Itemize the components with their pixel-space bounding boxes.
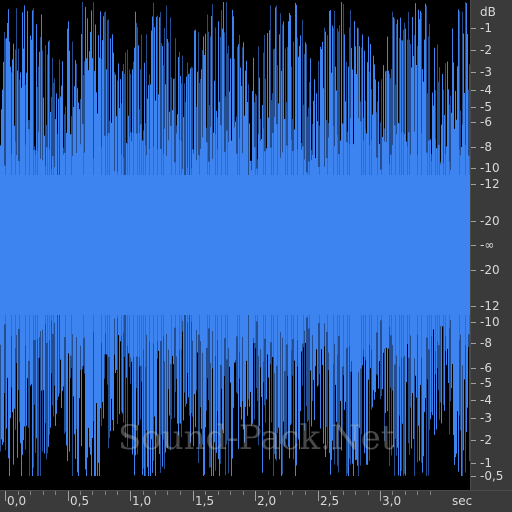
- db-tick: [471, 367, 476, 369]
- time-minor-tick: [343, 491, 344, 495]
- time-minor-tick: [292, 491, 293, 495]
- time-tick-label: 2,5: [320, 494, 340, 508]
- amplitude-ruler: dB -1 -2 -3 -4 -5 -6 -8 -10 -12 -20 -∞ -20 -12 -10 -8 -6…: [470, 0, 512, 490]
- db-tick: [471, 220, 476, 222]
- time-minor-tick: [43, 491, 44, 495]
- time-minor-tick: [167, 491, 168, 495]
- time-minor-tick: [105, 491, 106, 495]
- time-minor-tick: [205, 491, 206, 495]
- db-tick: [471, 245, 476, 246]
- db-tick-label: -20: [480, 213, 500, 228]
- time-tick-label: 3,0: [382, 494, 402, 508]
- db-tick: [471, 71, 476, 73]
- db-tick-label: -8: [480, 335, 492, 350]
- time-tick: [380, 491, 381, 501]
- time-tick: [130, 491, 131, 501]
- db-tick-label: -10: [480, 315, 500, 330]
- time-tick-label: 0,5: [70, 494, 90, 508]
- db-tick: [471, 107, 476, 109]
- db-tick-label: -10: [480, 160, 500, 175]
- time-tick-label: 1,5: [195, 494, 215, 508]
- waveform-display[interactable]: [0, 0, 470, 490]
- db-tick: [471, 269, 476, 271]
- db-tick-label: -6: [480, 360, 492, 375]
- time-tick: [193, 491, 194, 501]
- time-minor-tick: [430, 491, 431, 495]
- db-tick: [471, 183, 476, 185]
- time-minor-tick: [117, 491, 118, 495]
- db-tick: [471, 463, 476, 465]
- db-tick-label: -3: [480, 64, 492, 79]
- time-tick: [318, 491, 319, 501]
- time-minor-tick: [55, 491, 56, 495]
- time-unit-label: sec: [452, 494, 473, 508]
- db-tick: [471, 399, 476, 401]
- db-tick-label: -12: [480, 176, 500, 191]
- time-tick: [68, 491, 69, 501]
- time-minor-tick: [392, 491, 393, 495]
- db-tick: [471, 342, 476, 344]
- waveform-body: [0, 116, 470, 374]
- waveform-editor: dB -1 -2 -3 -4 -5 -6 -8 -10 -12 -20 -∞ -20 -12 -10 -8 -6…: [0, 0, 512, 512]
- time-minor-tick: [330, 491, 331, 495]
- db-tick-label: -2: [480, 432, 492, 447]
- time-tick-label: 0,0: [7, 494, 27, 508]
- time-minor-tick: [155, 491, 156, 495]
- db-tick-label: -4: [480, 392, 492, 407]
- time-minor-tick: [18, 491, 19, 495]
- db-tick-label: -6: [480, 115, 492, 130]
- time-minor-tick: [218, 491, 219, 495]
- time-minor-tick: [355, 491, 356, 495]
- db-tick-label: -0,5: [480, 469, 504, 484]
- db-tick-label: -5: [480, 100, 492, 115]
- time-tick: [5, 491, 6, 501]
- db-tick-label: -2: [480, 43, 492, 58]
- db-tick-label: -3: [480, 411, 492, 426]
- db-tick-label: -1: [480, 21, 492, 35]
- db-tick: [471, 167, 476, 169]
- time-tick: [255, 491, 256, 501]
- db-tick-label: -20: [480, 262, 500, 277]
- db-tick: [471, 476, 476, 478]
- time-minor-tick: [243, 491, 244, 495]
- db-tick-label: -8: [480, 140, 492, 155]
- time-minor-tick: [143, 491, 144, 495]
- db-tick-label: -∞: [480, 238, 495, 252]
- time-minor-tick: [280, 491, 281, 495]
- db-tick-label: -12: [480, 299, 500, 314]
- db-tick: [471, 418, 476, 420]
- time-minor-tick: [305, 491, 306, 495]
- db-tick: [471, 50, 476, 52]
- db-unit-label: dB: [480, 5, 496, 19]
- db-tick-label: -5: [480, 375, 492, 390]
- time-minor-tick: [30, 491, 31, 495]
- db-tick-label: -1: [480, 456, 492, 471]
- time-tick-label: 1,0: [132, 494, 152, 508]
- db-tick: [471, 382, 476, 384]
- time-minor-tick: [268, 491, 269, 495]
- waveform-graph: [0, 2, 470, 476]
- time-minor-tick: [230, 491, 231, 495]
- db-tick: [471, 122, 476, 124]
- db-tick: [471, 90, 476, 92]
- time-minor-tick: [180, 491, 181, 495]
- time-ruler[interactable]: 0,0 0,5 1,0 1,5 2,0 2,5 3,0 sec: [0, 490, 512, 512]
- time-minor-tick: [80, 491, 81, 495]
- db-tick-label: -4: [480, 83, 492, 98]
- time-tick-label: 2,0: [257, 494, 277, 508]
- time-minor-tick: [92, 491, 93, 495]
- watermark: Sound-Pack.Net: [118, 418, 395, 458]
- time-minor-tick: [417, 491, 418, 495]
- db-tick: [471, 28, 476, 29]
- db-tick: [471, 147, 476, 149]
- time-minor-tick: [368, 491, 369, 495]
- db-tick: [471, 306, 476, 308]
- db-tick: [471, 322, 476, 324]
- db-tick: [471, 439, 476, 441]
- time-minor-tick: [405, 491, 406, 495]
